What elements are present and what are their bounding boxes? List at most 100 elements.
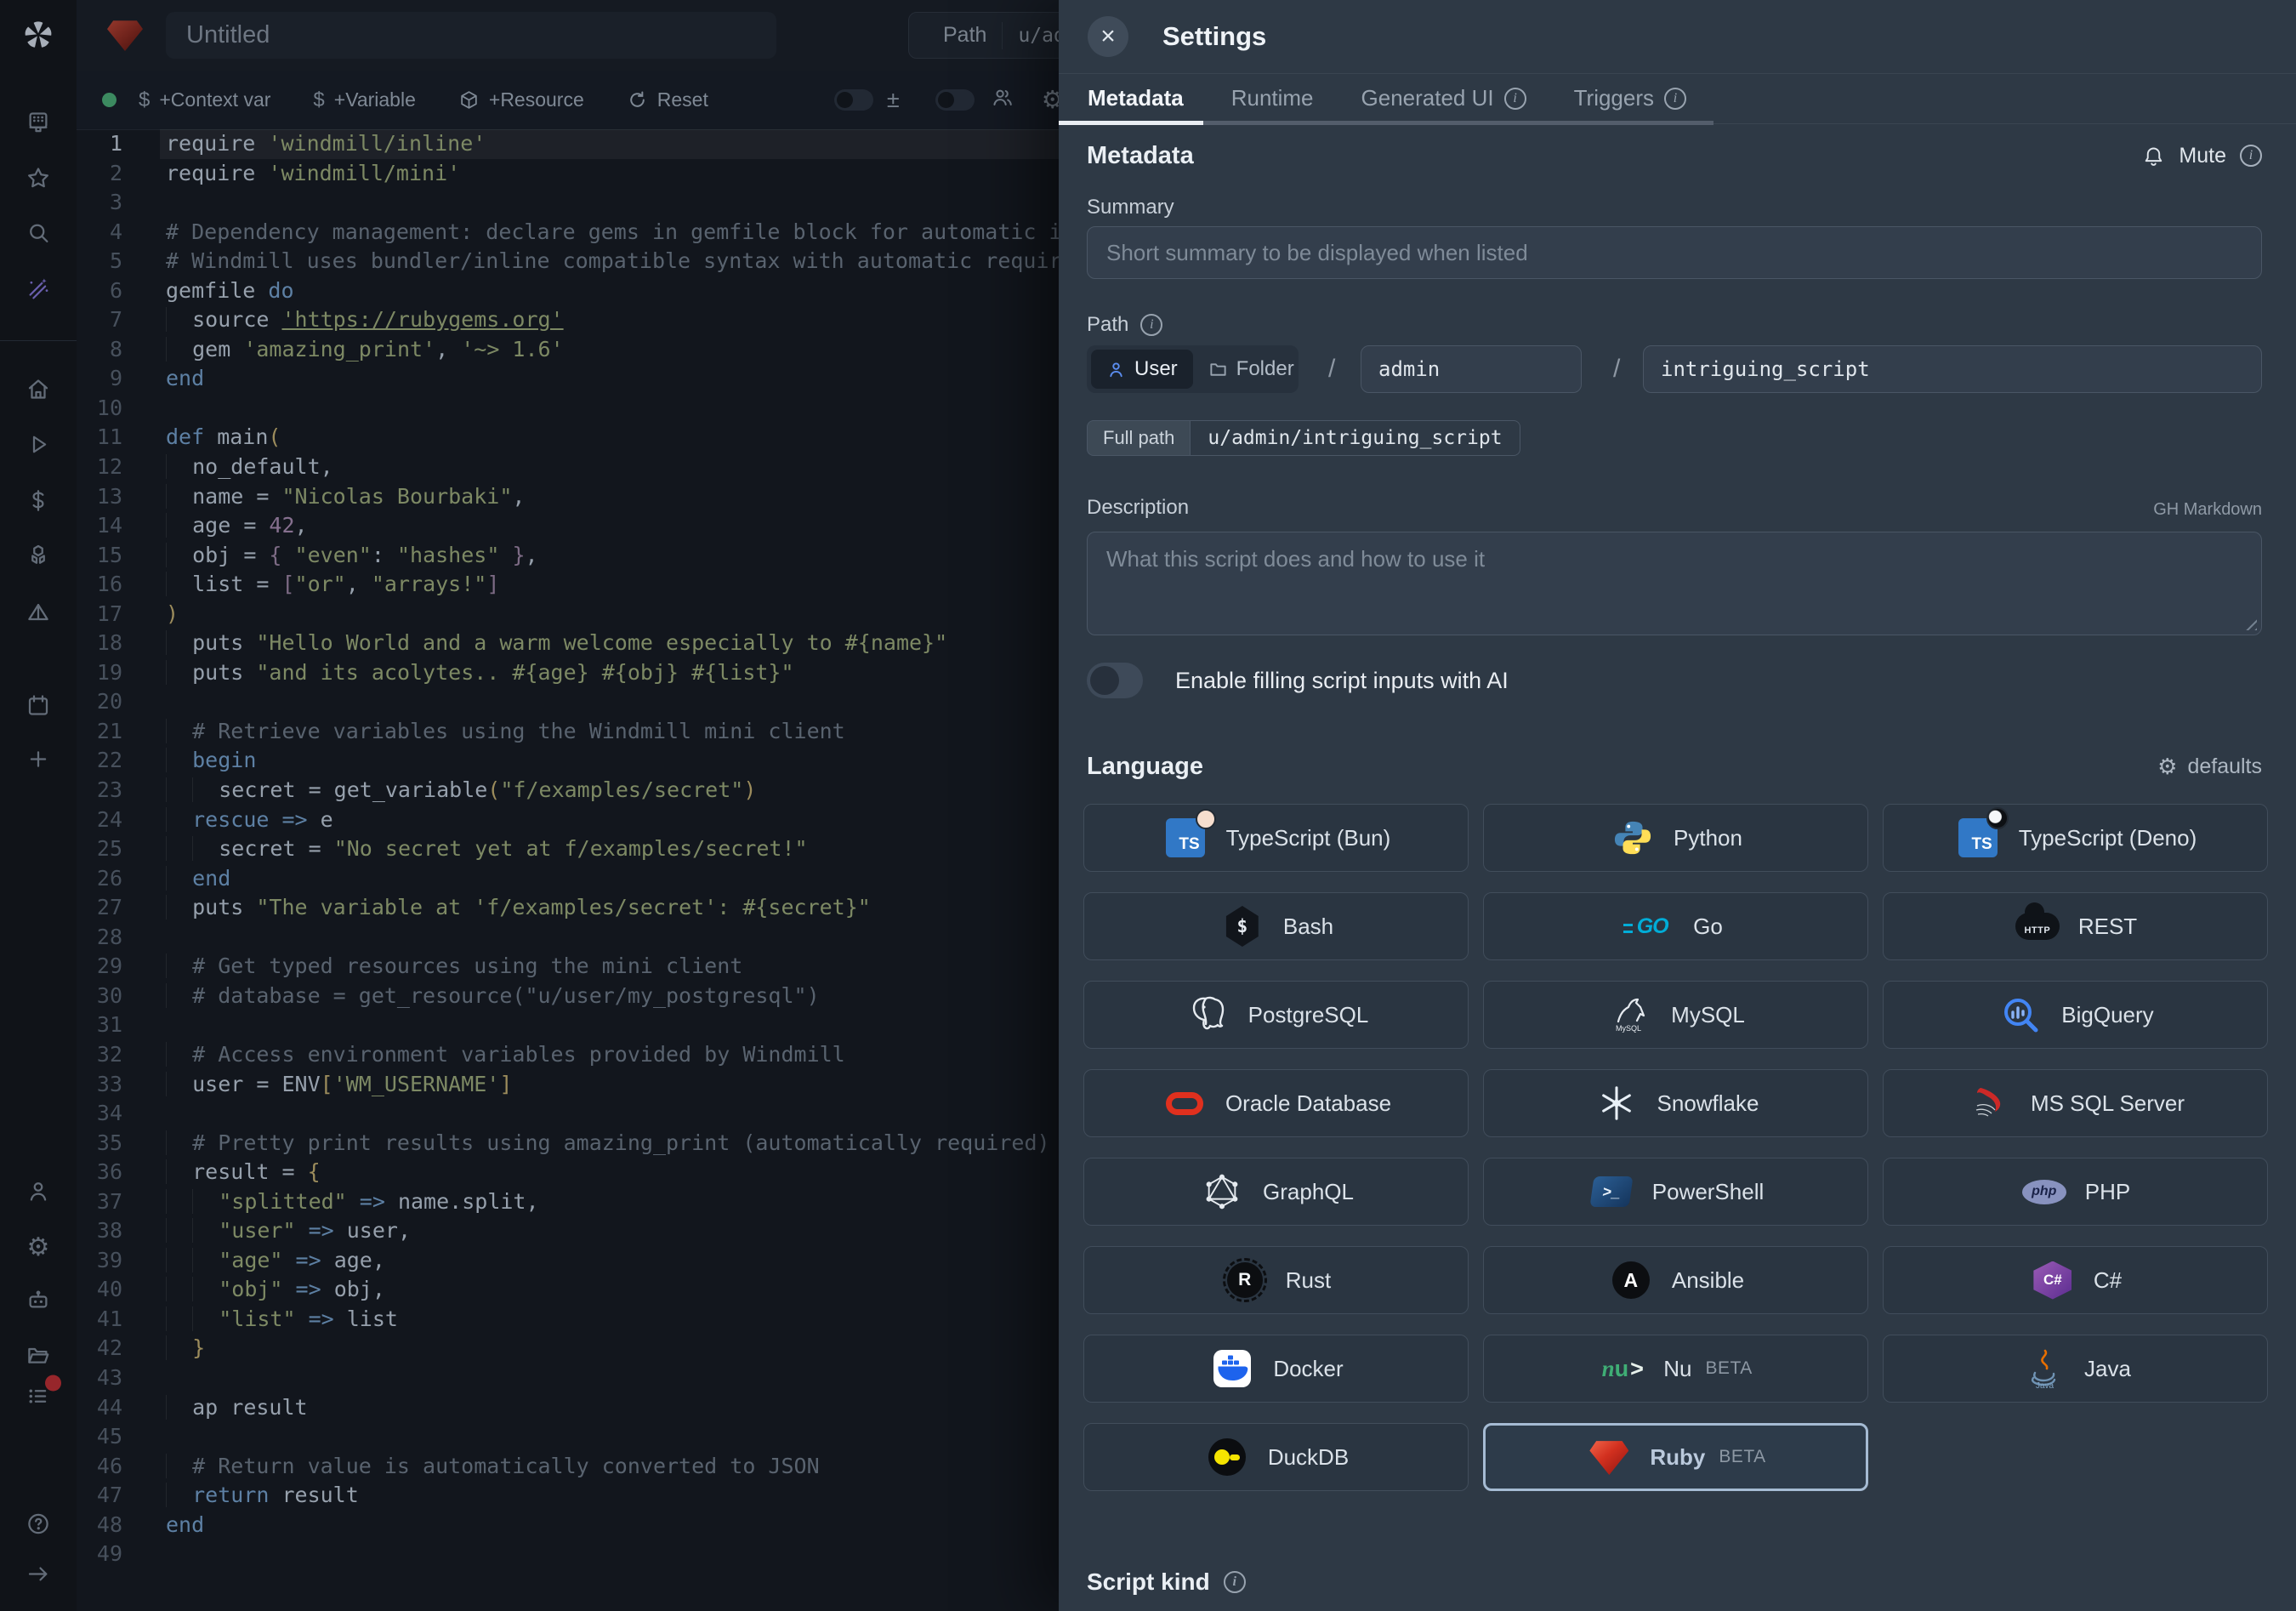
folder-icon[interactable] (26, 1343, 51, 1373)
code-line[interactable]: 22 begin (77, 746, 1059, 776)
code-line[interactable]: 45 (77, 1422, 1059, 1452)
code-line[interactable]: 31 (77, 1010, 1059, 1040)
language-typescript-deno[interactable]: TSTypeScript (Deno) (1883, 804, 2268, 872)
description-textarea[interactable]: What this script does and how to use it (1087, 532, 2262, 635)
calendar-icon[interactable] (26, 693, 51, 723)
language-typescript-bun[interactable]: TSTypeScript (Bun) (1083, 804, 1469, 872)
language-mysql[interactable]: MySQLMySQL (1483, 981, 1868, 1049)
language-graphql[interactable]: GraphQL (1083, 1158, 1469, 1226)
windmill-logo-icon[interactable] (19, 15, 58, 59)
resize-handle-icon[interactable] (2242, 615, 2257, 630)
code-line[interactable]: 44 ap result (77, 1393, 1059, 1423)
gear-icon[interactable]: ⚙ (27, 1235, 50, 1261)
code-line[interactable]: 13 name = "Nicolas Bourbaki", (77, 482, 1059, 512)
code-line[interactable]: 20 (77, 687, 1059, 717)
code-line[interactable]: 4# Dependency management: declare gems i… (77, 218, 1059, 248)
code-line[interactable]: 32 # Access environment variables provid… (77, 1040, 1059, 1070)
editor-settings-gear-icon[interactable]: ⚙ (1042, 85, 1059, 115)
language-ruby[interactable]: RubyBETA (1483, 1423, 1868, 1491)
code-line[interactable]: 2require 'windmill/mini' (77, 159, 1059, 189)
code-line[interactable]: 40 "obj" => obj, (77, 1275, 1059, 1305)
code-line[interactable]: 7 source 'https://rubygems.org' (77, 305, 1059, 335)
building-icon[interactable] (26, 110, 51, 139)
language-defaults-button[interactable]: ⚙ defaults (2157, 754, 2262, 780)
dollar-icon[interactable] (26, 488, 51, 518)
language-java[interactable]: JavaJava (1883, 1335, 2268, 1403)
ai-fill-toggle[interactable] (1087, 663, 1143, 698)
code-editor[interactable]: 1require 'windmill/inline'2require 'wind… (77, 129, 1059, 1611)
code-line[interactable]: 25 secret = "No secret yet at f/examples… (77, 834, 1059, 864)
plus-icon[interactable] (26, 747, 51, 777)
search-icon[interactable] (26, 220, 51, 250)
code-line[interactable]: 19 puts "and its acolytes.. #{age} #{obj… (77, 658, 1059, 688)
code-line[interactable]: 21 # Retrieve variables using the Windmi… (77, 717, 1059, 747)
code-line[interactable]: 27 puts "The variable at 'f/examples/sec… (77, 893, 1059, 923)
multiplayer-toggle[interactable] (935, 89, 975, 111)
cubes-icon[interactable] (26, 544, 51, 573)
code-line[interactable]: 18 puts "Hello World and a warm welcome … (77, 629, 1059, 658)
code-line[interactable]: 5# Windmill uses bundler/inline compatib… (77, 247, 1059, 276)
diff-mode-toggle[interactable] (834, 89, 873, 111)
code-line[interactable]: 24 rescue => e (77, 806, 1059, 835)
code-line[interactable]: 37 "splitted" => name.split, (77, 1187, 1059, 1217)
code-line[interactable]: 48end (77, 1511, 1059, 1540)
owner-input[interactable]: admin (1361, 345, 1582, 393)
wand-icon[interactable] (26, 276, 51, 305)
owner-folder-option[interactable]: Folder (1193, 350, 1310, 389)
code-line[interactable]: 26 end (77, 864, 1059, 894)
home-icon[interactable] (26, 377, 51, 407)
add-variable-button[interactable]: $ +Variable (313, 88, 415, 112)
code-line[interactable]: 3 (77, 188, 1059, 218)
owner-user-option[interactable]: User (1091, 350, 1193, 389)
code-line[interactable]: 23 secret = get_variable("f/examples/sec… (77, 776, 1059, 806)
list-icon[interactable] (26, 1384, 51, 1414)
tab-triggers[interactable]: Triggersi (1574, 85, 1686, 111)
code-line[interactable]: 41 "list" => list (77, 1305, 1059, 1335)
code-line[interactable]: 17) (77, 600, 1059, 629)
language-snowflake[interactable]: Snowflake (1483, 1069, 1868, 1137)
robot-icon[interactable] (26, 1289, 51, 1318)
code-line[interactable]: 39 "age" => age, (77, 1246, 1059, 1276)
code-line[interactable]: 38 "user" => user, (77, 1216, 1059, 1246)
code-line[interactable]: 16 list = ["or", "arrays!"] (77, 570, 1059, 600)
language-oracle-database[interactable]: Oracle Database (1083, 1069, 1469, 1137)
mute-control[interactable]: Mute i (2142, 144, 2262, 168)
tab-metadata[interactable]: Metadata (1088, 85, 1184, 111)
language-ansible[interactable]: AAnsible (1483, 1246, 1868, 1314)
language-python[interactable]: Python (1483, 804, 1868, 872)
code-line[interactable]: 9end (77, 364, 1059, 394)
language-duckdb[interactable]: DuckDB (1083, 1423, 1469, 1491)
language-nu[interactable]: nu>NuBETA (1483, 1335, 1868, 1403)
code-line[interactable]: 15 obj = { "even": "hashes" }, (77, 541, 1059, 571)
language-php[interactable]: phpPHP (1883, 1158, 2268, 1226)
language-bigquery[interactable]: BigQuery (1883, 981, 2268, 1049)
code-line[interactable]: 6gemfile do (77, 276, 1059, 306)
language-powershell[interactable]: >_PowerShell (1483, 1158, 1868, 1226)
code-line[interactable]: 34 (77, 1099, 1059, 1129)
code-line[interactable]: 11def main( (77, 423, 1059, 453)
code-line[interactable]: 42 } (77, 1334, 1059, 1363)
star-icon[interactable] (26, 166, 51, 196)
add-context-var-button[interactable]: $ +Context var (139, 88, 270, 112)
script-title-input[interactable]: Untitled (166, 12, 776, 59)
code-line[interactable]: 49 (77, 1540, 1059, 1569)
language-bash[interactable]: $Bash (1083, 892, 1469, 960)
code-line[interactable]: 10 (77, 394, 1059, 424)
code-line[interactable]: 14 age = 42, (77, 511, 1059, 541)
arrow-icon[interactable] (26, 1562, 51, 1591)
language-ms-sql-server[interactable]: MS SQL Server (1883, 1069, 2268, 1137)
language-go[interactable]: GOGo (1483, 892, 1868, 960)
person-icon[interactable] (26, 1179, 51, 1209)
language-rust[interactable]: RRust (1083, 1246, 1469, 1314)
tab-generated-ui[interactable]: Generated UIi (1361, 85, 1526, 111)
code-line[interactable]: 30 # database = get_resource("u/user/my_… (77, 982, 1059, 1011)
play-icon[interactable] (26, 432, 51, 462)
pyramid-icon[interactable] (26, 601, 51, 630)
language-postgresql[interactable]: PostgreSQL (1083, 981, 1469, 1049)
code-line[interactable]: 47 return result (77, 1481, 1059, 1511)
code-line[interactable]: 8 gem 'amazing_print', '~> 1.6' (77, 335, 1059, 365)
language-rest[interactable]: HTTPREST (1883, 892, 2268, 960)
summary-input[interactable]: Short summary to be displayed when liste… (1087, 226, 2262, 279)
language-c[interactable]: C#C# (1883, 1246, 2268, 1314)
code-line[interactable]: 1require 'windmill/inline' (77, 129, 1059, 159)
